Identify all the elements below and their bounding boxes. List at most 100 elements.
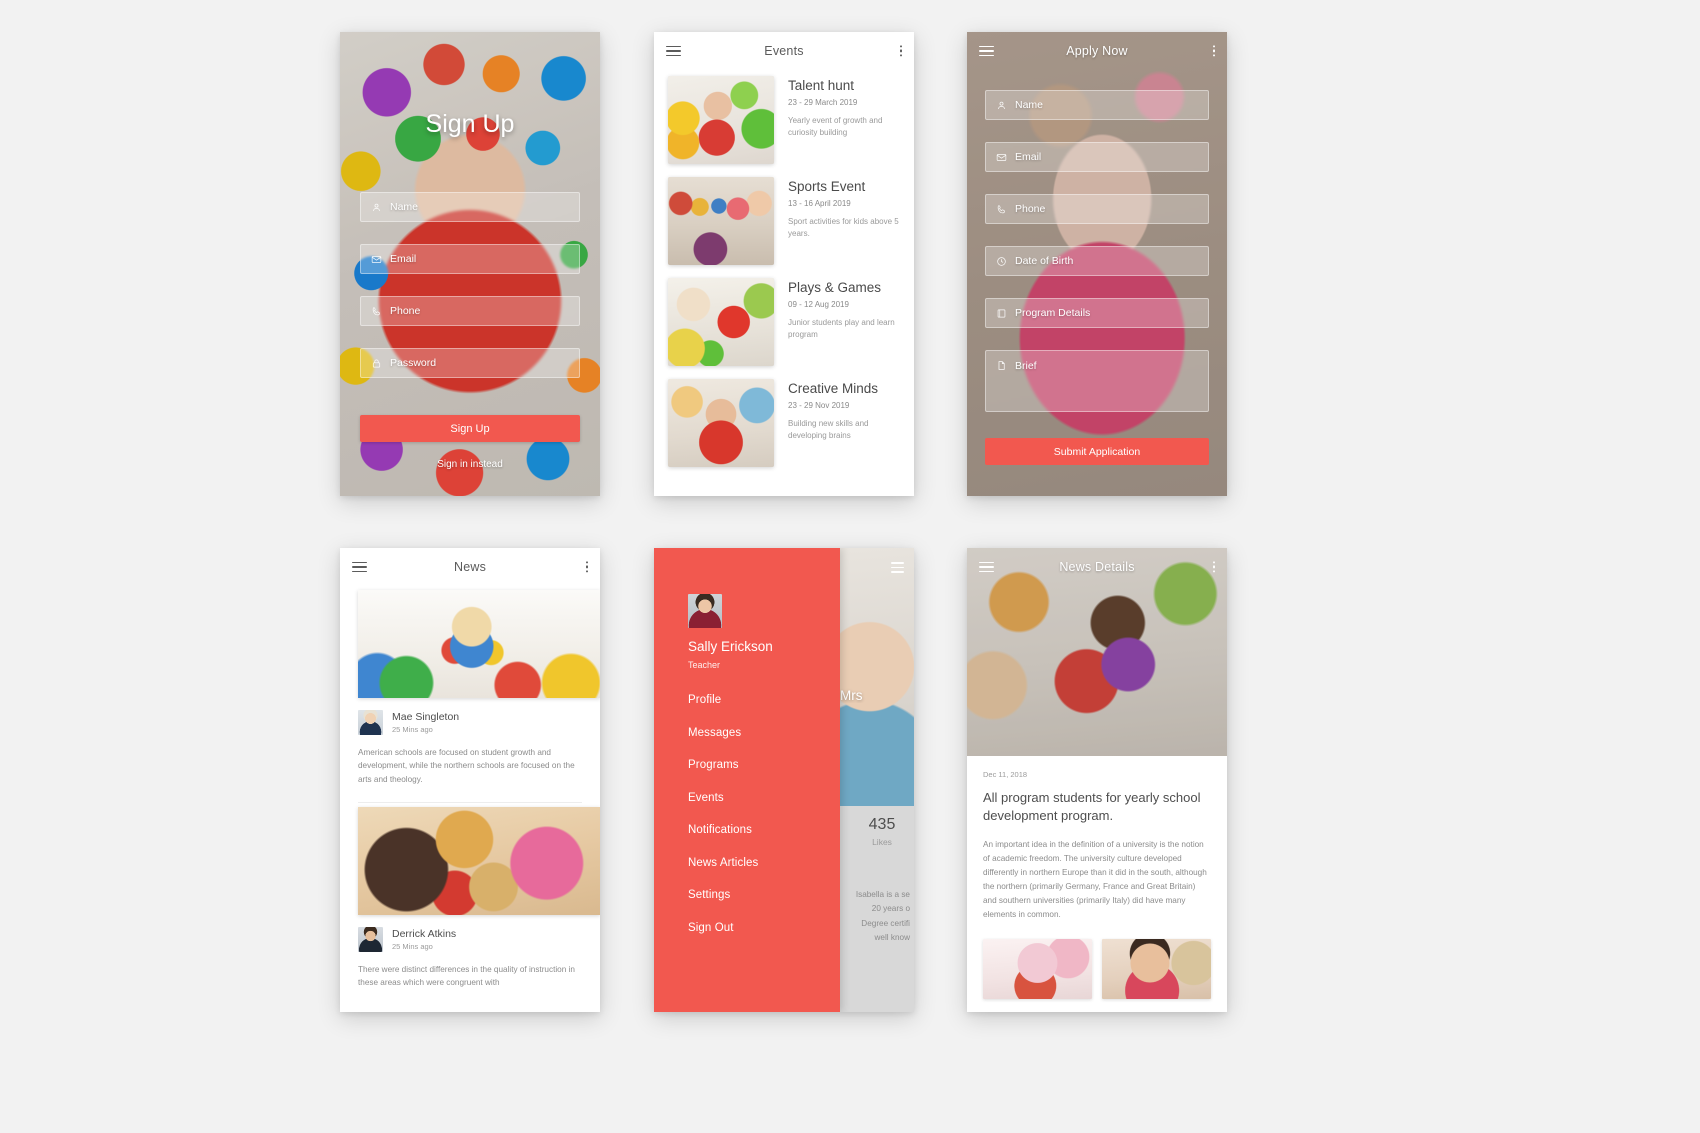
drawer-item-notifications[interactable]: Notifications: [688, 824, 840, 836]
post-body: American schools are focused on student …: [358, 748, 575, 784]
sign-in-instead-link[interactable]: Sign in instead: [340, 459, 600, 470]
profile-bio: Isabella is a se 20 years o Degree certi…: [840, 888, 912, 945]
date-of-birth-field[interactable]: Date of Birth: [985, 246, 1209, 276]
hamburger-icon[interactable]: [979, 561, 994, 573]
kebab-icon[interactable]: [1212, 561, 1215, 573]
drawer-profile-role: Teacher: [688, 660, 721, 670]
profile-cover-photo: [840, 548, 914, 806]
post-author-row: Derrick Atkins 25 Mins ago: [340, 915, 600, 952]
event-description: Yearly event of growth and curiosity bui…: [788, 116, 883, 138]
avatar[interactable]: [688, 594, 722, 628]
post-author-row: Mae Singleton 25 Mins ago: [340, 698, 600, 735]
name-field[interactable]: Name: [985, 90, 1209, 120]
details-appbar: News Details: [967, 548, 1227, 586]
drawer-profile-name: Sally Erickson: [688, 639, 773, 654]
drawer-item-events[interactable]: Events: [688, 792, 840, 804]
drawer-item-settings[interactable]: Settings: [688, 889, 840, 901]
event-thumbnail: [668, 76, 774, 164]
event-info: Sports Event 13 - 16 April 2019 Sport ac…: [788, 177, 900, 265]
drawer-item-news-articles[interactable]: News Articles: [688, 857, 840, 869]
phone-field-label: Phone: [1015, 203, 1046, 215]
news-feed: Mae Singleton 25 Mins ago American schoo…: [340, 590, 600, 989]
hamburger-icon[interactable]: [891, 562, 904, 573]
password-field[interactable]: Password: [360, 348, 580, 378]
phone-field[interactable]: Phone: [985, 194, 1209, 224]
email-field-label: Email: [390, 253, 417, 265]
profile-title: Mrs: [840, 688, 863, 703]
drawer-item-programs[interactable]: Programs: [688, 759, 840, 771]
user-icon: [998, 101, 1005, 109]
phone-field-label: Phone: [390, 305, 421, 317]
event-info: Creative Minds 23 - 29 Nov 2019 Building…: [788, 379, 900, 467]
post-author-name: Derrick Atkins: [392, 927, 457, 940]
likes-label: Likes: [872, 837, 892, 847]
likes-stat: 435 Likes: [840, 816, 914, 847]
name-field[interactable]: Name: [360, 192, 580, 222]
article-paragraph: An important idea in the definition of a…: [983, 839, 1207, 920]
hamburger-icon[interactable]: [666, 45, 681, 57]
event-name: Sports Event: [788, 179, 866, 194]
screen-news-details: News Details Dec 11, 2018 All program st…: [967, 548, 1227, 1012]
bio-line: Degree certifi: [861, 918, 910, 928]
news-post[interactable]: Mae Singleton 25 Mins ago American schoo…: [340, 590, 600, 786]
envelope-icon: [996, 153, 1007, 161]
event-thumbnail: [668, 379, 774, 467]
kebab-icon[interactable]: [1212, 45, 1215, 57]
drawer-item-sign-out[interactable]: Sign Out: [688, 922, 840, 934]
submit-application-button[interactable]: Submit Application: [985, 438, 1209, 465]
mockup-canvas: Sign Up Name Email Phone Password Sign U…: [0, 0, 1700, 1133]
kebab-icon[interactable]: [585, 561, 588, 573]
avatar: [358, 926, 383, 952]
underlay-appbar: [891, 562, 904, 573]
event-thumbnail: [668, 278, 774, 366]
date-of-birth-field-label: Date of Birth: [1015, 255, 1074, 267]
document-icon: [998, 361, 1005, 370]
bio-line: 20 years o: [871, 904, 910, 914]
article-date: Dec 11, 2018: [983, 770, 1028, 779]
article-gallery: [983, 938, 1211, 999]
event-description: Sport activities for kids above 5 years.: [788, 217, 899, 239]
post-timestamp: 25 Mins ago: [392, 725, 433, 734]
screen-events: Events Talent hunt 23 - 29 March 2019 Ye…: [654, 32, 914, 496]
event-list-item[interactable]: Talent hunt 23 - 29 March 2019 Yearly ev…: [668, 76, 900, 164]
hamburger-icon[interactable]: [979, 45, 994, 57]
event-name: Talent hunt: [788, 78, 855, 93]
clock-icon: [997, 256, 1006, 266]
sign-up-button[interactable]: Sign Up: [360, 415, 580, 442]
event-list-item[interactable]: Creative Minds 23 - 29 Nov 2019 Building…: [668, 379, 900, 467]
drawer-item-messages[interactable]: Messages: [688, 727, 840, 739]
email-field[interactable]: Email: [985, 142, 1209, 172]
program-details-field[interactable]: Program Details: [985, 298, 1209, 328]
bio-line: Isabella is a se: [855, 890, 910, 899]
event-thumbnail: [668, 177, 774, 265]
gallery-photo-2[interactable]: [1102, 938, 1211, 999]
article-headline: All program students for yearly school d…: [983, 790, 1201, 824]
post-timestamp: 25 Mins ago: [392, 941, 433, 951]
drawer-menu: Profile Messages Programs Events Notific…: [688, 694, 840, 934]
event-date: 13 - 16 April 2019: [788, 199, 851, 208]
news-post[interactable]: Derrick Atkins 25 Mins ago There were di…: [340, 806, 600, 990]
post-author-name: Mae Singleton: [392, 711, 460, 723]
brief-field[interactable]: Brief: [985, 350, 1209, 412]
name-field-label: Name: [390, 201, 419, 213]
drawer-item-profile[interactable]: Profile: [688, 694, 840, 706]
gallery-photo-1[interactable]: [983, 938, 1092, 999]
page-title: Sign Up: [425, 110, 515, 138]
hamburger-icon[interactable]: [352, 561, 367, 573]
email-field[interactable]: Email: [360, 244, 580, 274]
phone-field[interactable]: Phone: [360, 296, 580, 326]
phone-icon: [997, 204, 1005, 213]
signup-form: Name Email Phone Password: [360, 192, 580, 400]
event-list-item[interactable]: Plays & Games 09 - 12 Aug 2019 Junior st…: [668, 278, 900, 366]
name-field-label: Name: [1015, 99, 1044, 111]
post-image: [358, 590, 600, 698]
book-icon: [997, 308, 1006, 318]
kebab-icon[interactable]: [899, 45, 902, 57]
event-list-item[interactable]: Sports Event 13 - 16 April 2019 Sport ac…: [668, 177, 900, 265]
page-title: Events: [764, 44, 804, 58]
post-image: [358, 806, 600, 915]
password-field-label: Password: [390, 357, 437, 369]
post-body: There were distinct differences in the q…: [358, 964, 575, 988]
program-details-field-label: Program Details: [1015, 307, 1091, 319]
event-date: 09 - 12 Aug 2019: [788, 300, 849, 309]
